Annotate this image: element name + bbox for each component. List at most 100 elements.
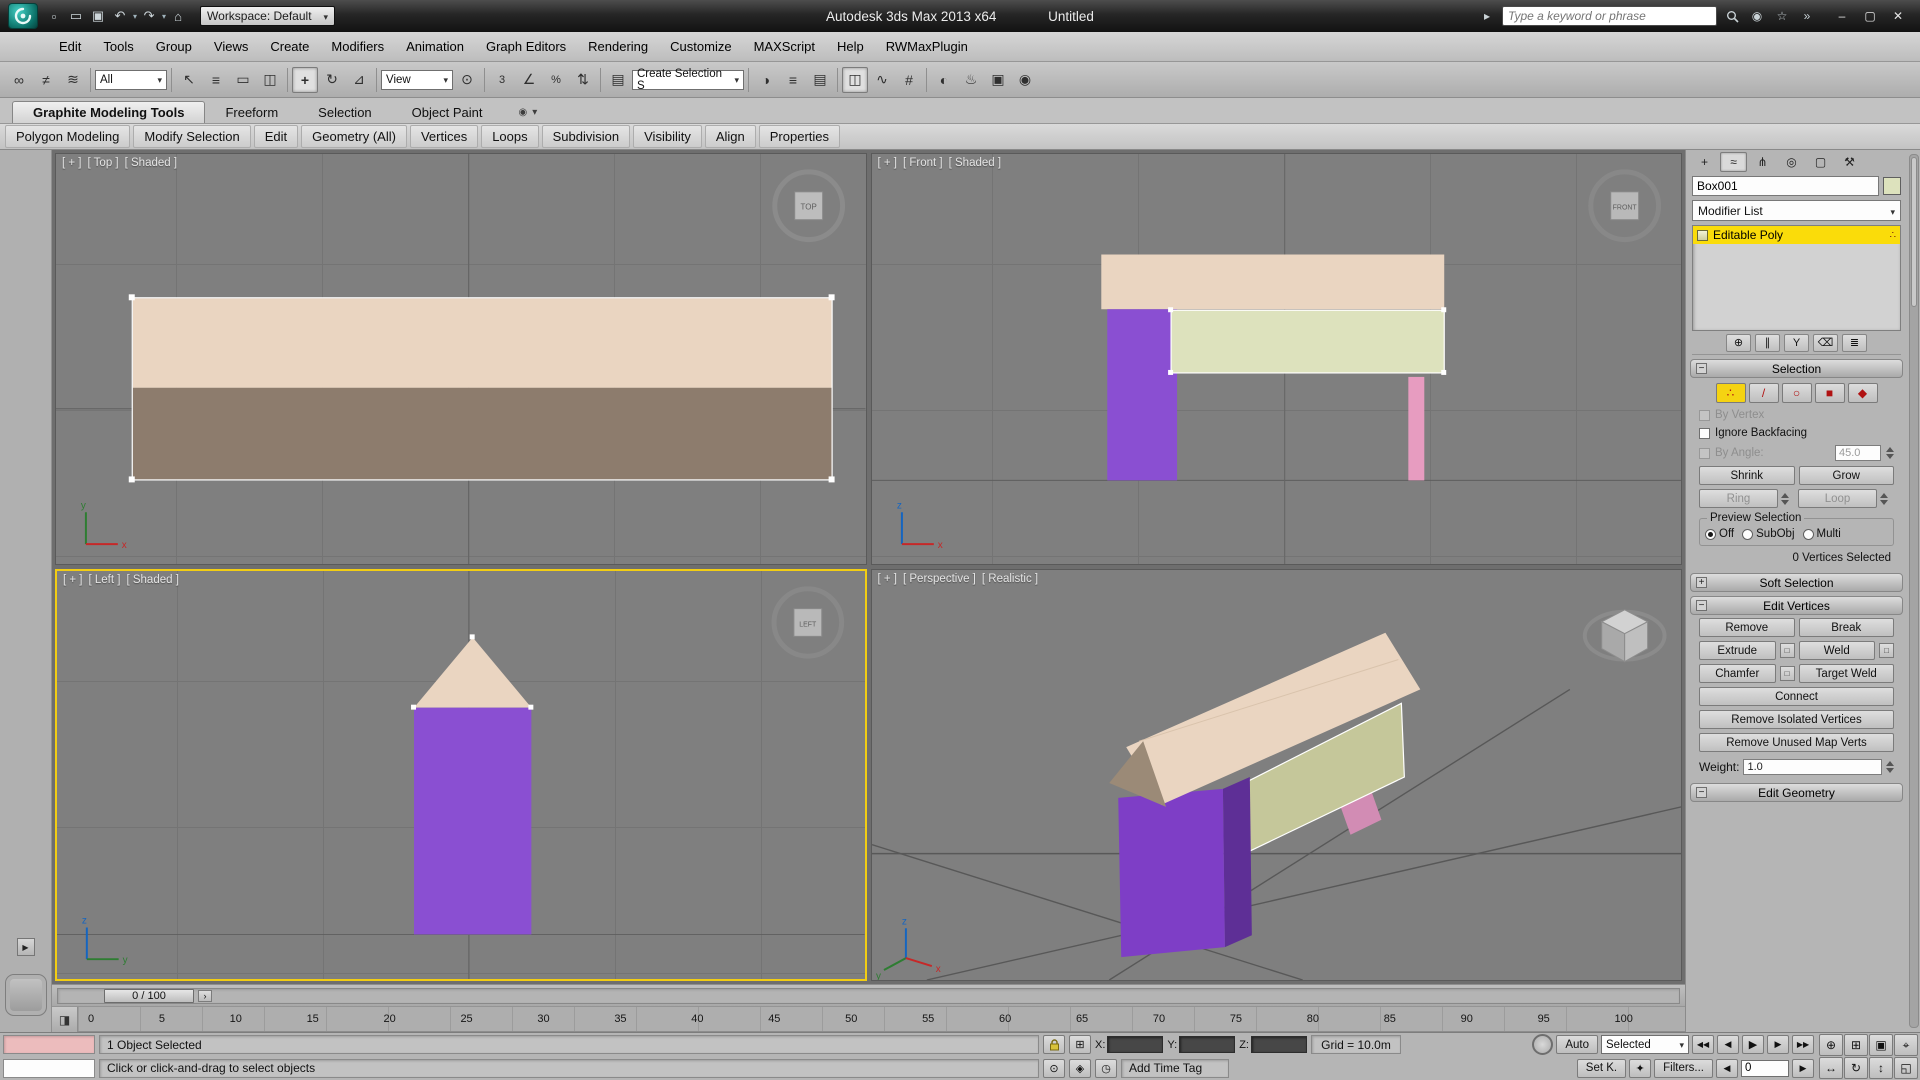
infocenter-more-icon[interactable]: » [1797, 6, 1817, 26]
bench-roof-front-face[interactable] [1101, 255, 1444, 310]
edge-mode-icon[interactable]: / [1749, 383, 1779, 403]
extrude-settings-icon[interactable]: □ [1780, 643, 1795, 658]
make-unique-icon[interactable]: Y [1784, 334, 1809, 352]
menu-item[interactable]: Views [203, 32, 259, 61]
select-by-name-icon[interactable]: ≡ [203, 67, 229, 93]
redo-dropdown-icon[interactable]: ▾ [162, 12, 166, 21]
viewport-menu-plus[interactable]: [ + ] [63, 574, 83, 586]
viewport-menu-plus[interactable]: [ + ] [878, 157, 898, 169]
ribbon-panel-button[interactable]: Edit [254, 125, 298, 148]
menu-item[interactable]: Create [259, 32, 320, 61]
named-selection-set-dropdown[interactable]: Create Selection S [632, 70, 744, 90]
vertex-mode-icon[interactable]: ∴ [1716, 383, 1746, 403]
time-slider-handle[interactable]: 0 / 100 [104, 989, 194, 1003]
mirror-icon[interactable]: ◑ [753, 67, 779, 93]
grow-button[interactable]: Grow [1799, 466, 1895, 485]
perspective-viewport-canvas[interactable]: z y x [872, 570, 1682, 980]
motion-tab-icon[interactable]: ◎ [1778, 152, 1805, 172]
redo-icon[interactable]: ↷ [139, 5, 159, 27]
render-setup-icon[interactable]: ♨ [958, 67, 984, 93]
collapse-icon[interactable] [1696, 363, 1707, 374]
track-bar-ruler[interactable]: 0510152025303540455055606570758085909510… [78, 1007, 1685, 1032]
ribbon-panel-button[interactable]: Polygon Modeling [5, 125, 130, 148]
workspace-selector[interactable]: Workspace: Default [200, 6, 335, 26]
expand-panel-arrow-icon[interactable]: ▶ [17, 938, 35, 956]
remove-isolated-vertices-button[interactable]: Remove Isolated Vertices [1699, 710, 1894, 729]
remove-unused-map-verts-button[interactable]: Remove Unused Map Verts [1699, 733, 1894, 752]
ring-button[interactable]: Ring [1699, 489, 1778, 508]
time-slider-track[interactable]: 0 / 100 › [57, 988, 1680, 1004]
ribbon-panel-button[interactable]: Align [705, 125, 756, 148]
add-time-tag-field[interactable]: Add Time Tag [1121, 1059, 1229, 1078]
spinner-snap-icon[interactable]: ⇅ [570, 67, 596, 93]
viewport-front[interactable]: [ + ] [ Front ] [ Shaded ] [871, 153, 1683, 565]
selection-rollout-header[interactable]: Selection [1690, 359, 1903, 378]
chamfer-button[interactable]: Chamfer [1699, 664, 1776, 683]
display-tab-icon[interactable]: ▢ [1807, 152, 1834, 172]
bench-leg-side-face[interactable] [414, 708, 531, 935]
rectangular-region-icon[interactable]: ▭ [230, 67, 256, 93]
viewcube[interactable]: LEFT [774, 589, 842, 656]
select-and-rotate-icon[interactable]: ↻ [319, 67, 345, 93]
previous-frame-icon[interactable]: ◀ [1716, 1059, 1738, 1078]
select-object-icon[interactable]: ↖ [176, 67, 202, 93]
reference-coordinate-dropdown[interactable]: View [381, 70, 453, 90]
selection-lock-icon[interactable] [1043, 1035, 1065, 1054]
ribbon-tab[interactable]: Freeform [205, 102, 298, 123]
remove-button[interactable]: Remove [1699, 618, 1795, 637]
viewcube[interactable]: FRONT [1590, 172, 1658, 240]
preview-multi-radio[interactable] [1803, 529, 1814, 540]
utilities-tab-icon[interactable]: ⚒ [1836, 152, 1863, 172]
command-panel-scrollbar[interactable] [1909, 154, 1919, 1028]
collapse-icon[interactable] [1696, 787, 1707, 798]
undo-icon[interactable]: ↶ [110, 5, 130, 27]
y-coordinate-input[interactable] [1179, 1036, 1235, 1053]
select-and-link-icon[interactable]: ∞ [6, 67, 32, 93]
by-angle-input[interactable] [1835, 445, 1881, 461]
menu-item[interactable]: Tools [92, 32, 144, 61]
open-file-icon[interactable]: ▭ [66, 5, 86, 27]
expand-icon[interactable] [1696, 577, 1707, 588]
object-name-input[interactable] [1692, 176, 1879, 196]
rendered-frame-window-icon[interactable]: ▣ [985, 67, 1011, 93]
dolly-icon[interactable]: ↕ [1869, 1057, 1893, 1079]
viewport-top[interactable]: [ + ] [ Top ] [ Shaded ] [55, 153, 867, 565]
current-frame-input[interactable] [1741, 1060, 1789, 1077]
select-and-move-icon[interactable]: + [292, 67, 318, 93]
edit-geometry-rollout-header[interactable]: Edit Geometry [1690, 783, 1903, 802]
chamfer-settings-icon[interactable]: □ [1780, 666, 1795, 681]
viewport-menu-plus[interactable]: [ + ] [878, 573, 898, 585]
search-input[interactable] [1508, 9, 1711, 23]
target-weld-button[interactable]: Target Weld [1799, 664, 1895, 683]
menu-item[interactable]: Animation [395, 32, 475, 61]
menu-item[interactable]: Rendering [577, 32, 659, 61]
viewport-menu-shading[interactable]: [ Shaded ] [125, 157, 177, 169]
set-key-button[interactable]: Set K. [1577, 1059, 1626, 1078]
menu-item[interactable]: MAXScript [743, 32, 826, 61]
soft-selection-rollout-header[interactable]: Soft Selection [1690, 573, 1903, 592]
modifier-list-dropdown[interactable]: Modifier List [1692, 200, 1901, 221]
preview-subobj-radio[interactable] [1742, 529, 1753, 540]
snaps-toggle-icon[interactable]: 3 [489, 67, 515, 93]
viewport-menu-view[interactable]: [ Left ] [89, 574, 121, 586]
graphite-ribbon-toggle-icon[interactable]: ◫ [842, 67, 868, 93]
scrollbar-thumb[interactable] [1911, 157, 1917, 307]
by-angle-checkbox[interactable] [1699, 448, 1710, 459]
weight-spinner[interactable] [1886, 761, 1894, 773]
viewcube[interactable]: TOP [775, 172, 843, 240]
shrink-button[interactable]: Shrink [1699, 466, 1795, 485]
x-coordinate-input[interactable] [1107, 1036, 1163, 1053]
menu-item[interactable]: Modifiers [320, 32, 395, 61]
play-animation-icon[interactable]: ▶ [1742, 1035, 1764, 1054]
schematic-view-icon[interactable]: # [896, 67, 922, 93]
bench-pink-leg-front-face[interactable] [1408, 377, 1424, 480]
loop-spinner[interactable] [1880, 493, 1894, 505]
time-tag-clock-icon[interactable]: ◷ [1095, 1059, 1117, 1078]
box-body-top-face[interactable] [133, 388, 832, 480]
menu-item[interactable]: Customize [659, 32, 742, 61]
infocenter-expand-icon[interactable]: ▸ [1477, 6, 1497, 26]
polygon-mode-icon[interactable]: ■ [1815, 383, 1845, 403]
ribbon-panel-button[interactable]: Geometry (All) [301, 125, 407, 148]
maximize-button[interactable]: ▢ [1856, 5, 1884, 27]
object-color-swatch[interactable] [1883, 177, 1901, 195]
